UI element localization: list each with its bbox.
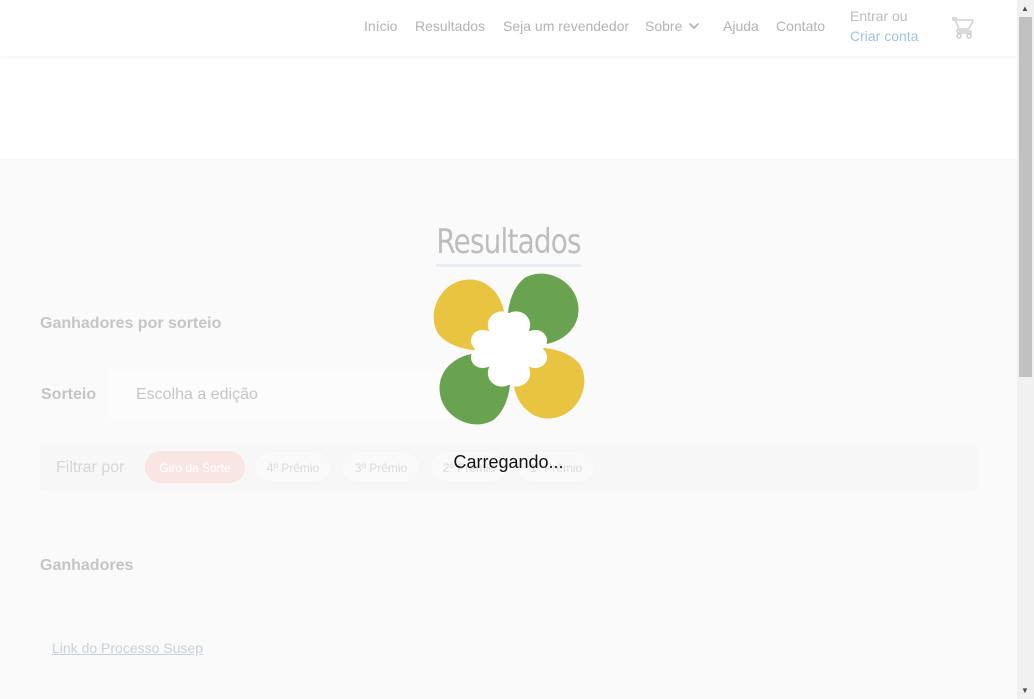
clover-logo: [433, 273, 585, 425]
scroll-up-arrow-icon[interactable]: ▲: [1021, 4, 1029, 13]
loading-text: Carregando...: [453, 452, 564, 472]
scroll-thumb[interactable]: [1019, 17, 1032, 377]
scroll-down-arrow-icon[interactable]: ▼: [1021, 686, 1029, 695]
page-scrollbar[interactable]: ▲ ▼: [1017, 0, 1034, 699]
